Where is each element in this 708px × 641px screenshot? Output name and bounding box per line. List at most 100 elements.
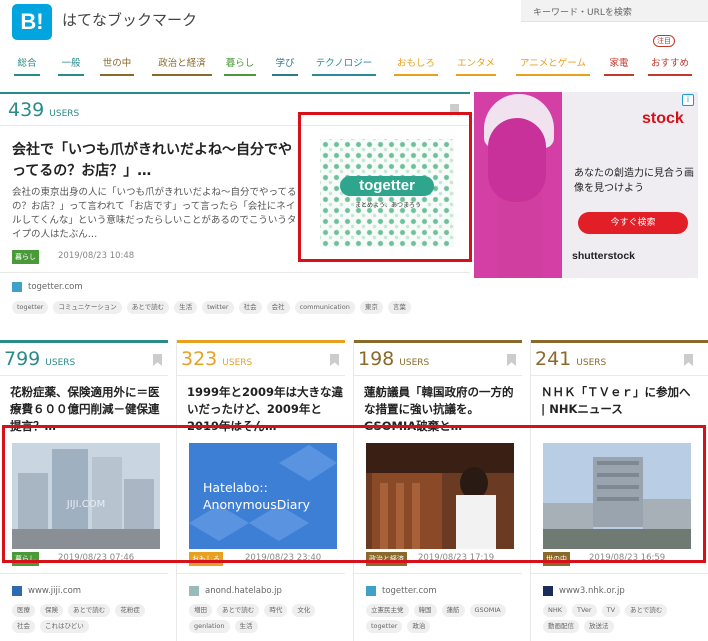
tag[interactable]: togetter	[366, 620, 403, 633]
tag[interactable]: 社会	[238, 301, 262, 314]
tag[interactable]: 動画配信	[543, 620, 579, 633]
highlight-box	[298, 112, 472, 262]
tag[interactable]: 立憲民主党	[366, 604, 409, 617]
tag[interactable]: 社会	[12, 620, 35, 633]
ad-footer-logo: shutterstock	[572, 250, 636, 262]
nav-item-life[interactable]: 暮らし	[224, 55, 256, 76]
nhk-favicon	[543, 586, 553, 596]
tag[interactable]: 東京	[359, 301, 383, 314]
togetter-favicon	[366, 586, 376, 596]
divider	[177, 573, 345, 574]
ad-image	[474, 92, 562, 278]
card-top-bar	[177, 340, 345, 343]
entry-site[interactable]: togetter.com	[382, 586, 437, 596]
users-count[interactable]: 799 USERS	[4, 348, 75, 370]
site-title[interactable]: はてなブックマーク	[62, 9, 197, 30]
ad-search-button[interactable]: 今すぐ検索	[578, 212, 688, 234]
divider	[531, 573, 708, 574]
search-input[interactable]: キーワード・URLを検索	[521, 0, 708, 22]
tag[interactable]: 蓮舫	[441, 604, 465, 617]
nav-item-knowledge[interactable]: 学び	[272, 55, 298, 76]
tag[interactable]: 韓国	[413, 604, 437, 617]
category-badge[interactable]: 暮らし	[12, 250, 39, 264]
anond-favicon	[189, 586, 199, 596]
tag[interactable]: NHK	[543, 604, 568, 617]
entry-tags: 医療 保険 あとで読む 花粉症 社会 これはひどい	[12, 604, 168, 633]
tag[interactable]: 生活	[234, 620, 258, 633]
nav-item-fun[interactable]: おもしろ	[394, 55, 438, 76]
tag[interactable]: 言葉	[387, 301, 411, 314]
tag[interactable]: 文化	[292, 604, 316, 617]
tag[interactable]: twitter	[202, 301, 234, 314]
tag[interactable]: genlation	[189, 620, 230, 633]
nav-item-it[interactable]: テクノロジー	[312, 55, 376, 76]
divider	[0, 375, 168, 376]
nav-item-kaden[interactable]: 家電	[604, 55, 634, 76]
featured-badge: 注目	[653, 35, 675, 47]
nav-item-general[interactable]: 一般	[58, 55, 84, 76]
entry-site[interactable]: anond.hatelabo.jp	[205, 586, 282, 596]
featured-site[interactable]: togetter.com	[28, 282, 83, 292]
entry-site[interactable]: www3.nhk.or.jp	[559, 586, 625, 596]
ad-text: あなたの創造力に見合う画像を見つけよう	[574, 168, 694, 194]
tag[interactable]: 生活	[174, 301, 198, 314]
togetter-favicon	[12, 282, 22, 292]
divider	[0, 272, 470, 273]
category-nav: 総合 一般 世の中 政治と経済 暮らし 学び テクノロジー おもしろ エンタメ …	[0, 48, 708, 78]
jiji-favicon	[12, 586, 22, 596]
users-count[interactable]: 323 USERS	[181, 348, 252, 370]
nav-item-entertainment[interactable]: エンタメ	[456, 55, 496, 76]
divider	[177, 375, 345, 376]
tag[interactable]: これはひどい	[40, 620, 89, 633]
card-top-bar	[531, 340, 708, 343]
card-top-bar	[0, 340, 168, 343]
users-count[interactable]: 198 USERS	[358, 348, 429, 370]
tag[interactable]: あとで読む	[126, 301, 170, 314]
entry-tags: 立憲民主党 韓国 蓮舫 GSOMIA togetter 政治	[366, 604, 522, 633]
tag[interactable]: togetter	[12, 301, 49, 314]
users-count[interactable]: 241 USERS	[535, 348, 606, 370]
tag[interactable]: 放送法	[584, 620, 614, 633]
featured-date: 2019/08/23 10:48	[58, 251, 135, 261]
nav-item-social[interactable]: 世の中	[100, 55, 134, 76]
tag[interactable]: 時代	[264, 604, 288, 617]
ad-brand-logo: stock	[642, 110, 684, 127]
tag[interactable]: TV	[601, 604, 621, 617]
nav-item-game[interactable]: アニメとゲーム	[516, 55, 590, 76]
bookmark-icon[interactable]	[153, 354, 162, 366]
nav-item-recommend[interactable]: おすすめ	[648, 55, 692, 76]
highlight-box	[2, 425, 706, 563]
tag[interactable]: GSOMIA	[469, 604, 506, 617]
tag[interactable]: 保険	[40, 604, 63, 617]
tag[interactable]: 花粉症	[115, 604, 145, 617]
bookmark-icon[interactable]	[330, 354, 339, 366]
nav-item-general-top[interactable]: 総合	[14, 55, 40, 76]
featured-users-count[interactable]: 439 USERS	[8, 99, 79, 121]
tag[interactable]: communication	[294, 301, 355, 314]
featured-top-bar	[0, 92, 470, 94]
tag[interactable]: 会社	[266, 301, 290, 314]
tag[interactable]: あとで読む	[217, 604, 260, 617]
tag[interactable]: 政治	[407, 620, 431, 633]
bookmark-icon[interactable]	[684, 354, 693, 366]
tag[interactable]: TVer	[572, 604, 597, 617]
tag[interactable]: 増田	[189, 604, 212, 617]
tag[interactable]: 医療	[12, 604, 35, 617]
ad-info-icon[interactable]: i	[682, 94, 694, 106]
entry-tags: NHK TVer TV あとで読む 動画配信 放送法	[543, 604, 703, 633]
featured-title[interactable]: 会社で「いつも爪がきれいだよね～自分でやってるの？お店？」…	[12, 140, 302, 182]
tag[interactable]: コミュニケーション	[53, 301, 122, 314]
hatena-bookmark-logo[interactable]: B!	[12, 4, 52, 40]
advertisement[interactable]: i stock あなたの創造力に見合う画像を見つけよう 今すぐ検索 shutte…	[474, 92, 698, 278]
entry-site[interactable]: www.jiji.com	[28, 586, 81, 596]
nav-item-economics[interactable]: 政治と経済	[152, 55, 212, 76]
tag[interactable]: あとで読む	[68, 604, 111, 617]
tag[interactable]: あとで読む	[625, 604, 668, 617]
featured-tags: togetter コミュニケーション あとで読む 生活 twitter 社会 会…	[12, 301, 470, 314]
divider	[0, 573, 168, 574]
entry-tags: 増田 あとで読む 時代 文化 genlation 生活	[189, 604, 345, 633]
divider	[531, 375, 708, 376]
divider	[354, 573, 522, 574]
card-top-bar	[354, 340, 522, 343]
bookmark-icon[interactable]	[507, 354, 516, 366]
